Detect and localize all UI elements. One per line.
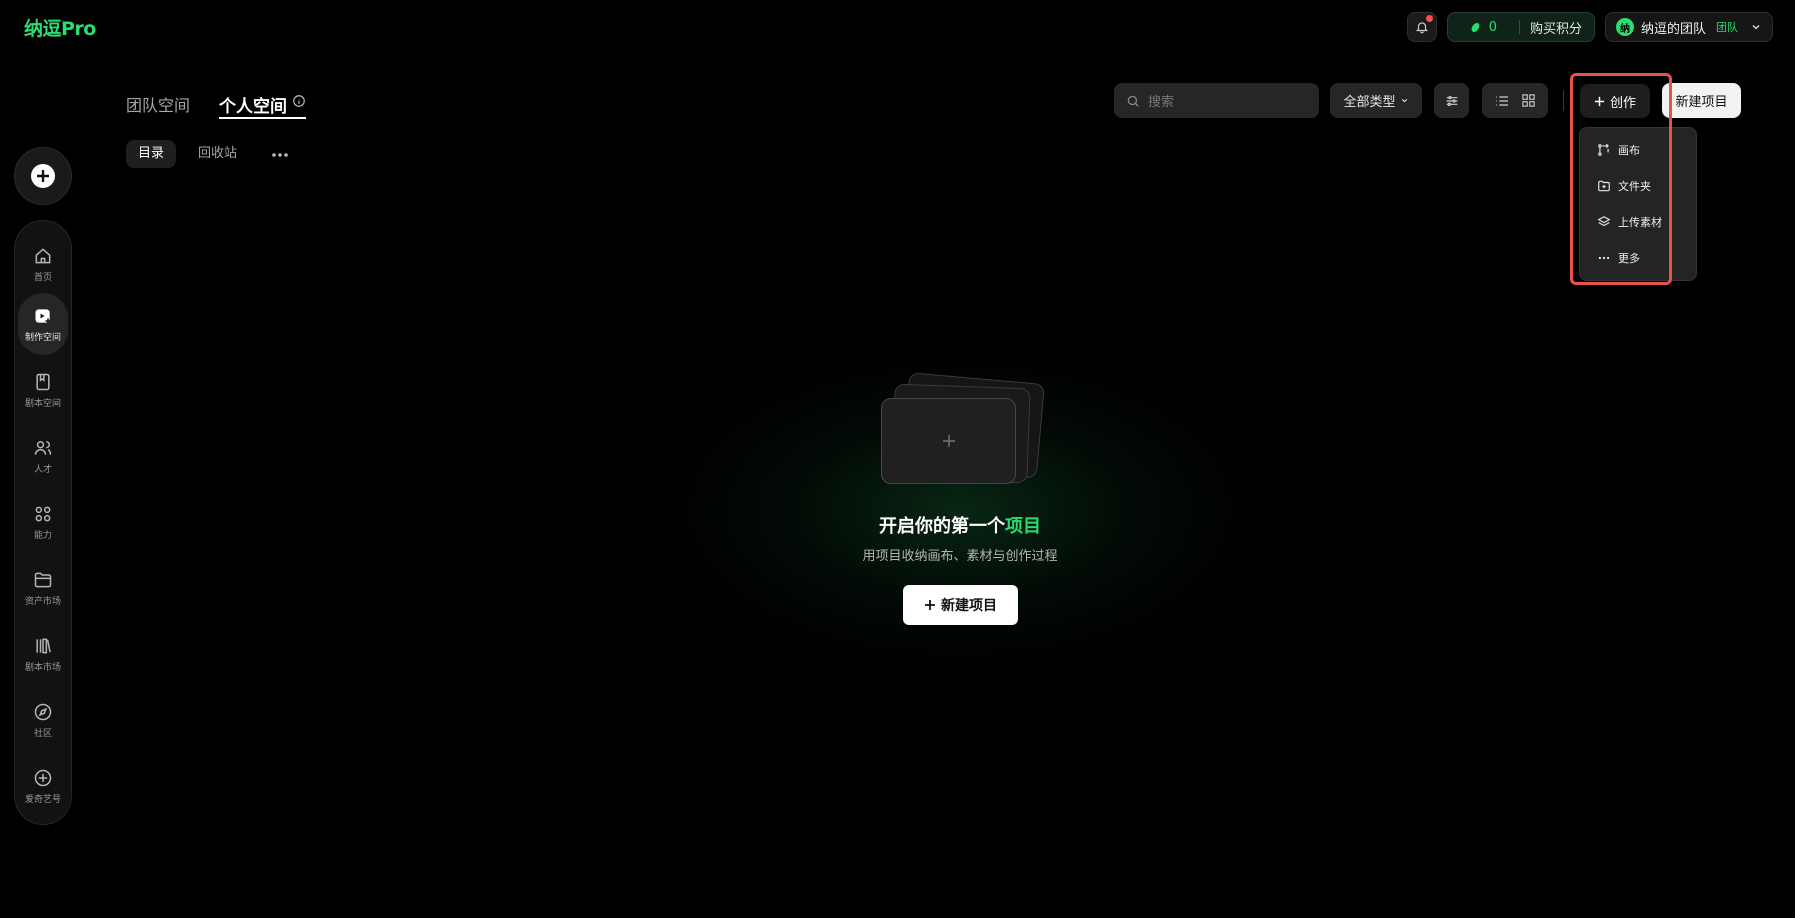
create-fab-button[interactable]: [14, 147, 72, 205]
view-toggle: [1482, 83, 1548, 118]
subtab-directory[interactable]: 目录: [126, 140, 177, 168]
active-tab-indicator: [219, 117, 306, 119]
plus-circle-outline-icon: [33, 768, 53, 792]
search-input[interactable]: 搜索: [1114, 83, 1319, 118]
list-view-icon[interactable]: [1494, 93, 1510, 109]
chevron-down-icon: [1400, 96, 1409, 105]
more-icon[interactable]: [270, 148, 290, 162]
plus-icon: [924, 599, 941, 611]
search-icon: [1126, 94, 1140, 108]
empty-project-card[interactable]: [881, 398, 1016, 484]
search-placeholder: 搜索: [1148, 95, 1175, 110]
app-logo[interactable]: 纳逗Pro: [24, 14, 96, 41]
empty-state-subtitle: 用项目收纳画布、素材与创作过程: [862, 549, 1058, 564]
nav-iqiyi-account[interactable]: 爱奇艺号: [18, 755, 68, 817]
production-icon: [33, 306, 53, 330]
sliders-icon: [1444, 93, 1460, 109]
nav-script-space[interactable]: 剧本空间: [18, 359, 68, 421]
nav-asset-market[interactable]: 资产市场: [18, 557, 68, 619]
team-switcher[interactable]: 纳 纳逗的团队 团队: [1604, 12, 1773, 42]
credits-pill[interactable]: 0 购买积分: [1446, 12, 1595, 42]
credits-value: 0: [1488, 19, 1497, 35]
type-filter-select[interactable]: 全部类型: [1330, 83, 1422, 118]
nav-script-market[interactable]: 剧本市场: [18, 623, 68, 685]
folder-icon: [33, 570, 53, 594]
info-icon[interactable]: [292, 94, 306, 108]
books-icon: [33, 636, 53, 660]
compass-icon: [33, 702, 53, 726]
grid-view-icon[interactable]: [1521, 93, 1536, 108]
nav-community[interactable]: 社区: [18, 689, 68, 751]
people-icon: [33, 438, 53, 462]
new-project-button[interactable]: 新建项目: [1662, 83, 1741, 118]
nav-production-space[interactable]: 制作空间: [18, 293, 68, 355]
script-icon: [33, 372, 53, 396]
top-right-actions: 0 购买积分 纳 纳逗的团队 团队: [1406, 12, 1773, 42]
tab-personal-space[interactable]: 个人空间: [219, 92, 287, 117]
toolbar-divider: [1563, 90, 1564, 111]
team-name: 纳逗的团队: [1640, 21, 1706, 37]
plus-icon: [941, 433, 957, 449]
chevron-down-icon: [1750, 21, 1762, 33]
plus-circle-icon: [30, 163, 56, 189]
notifications-button[interactable]: [1406, 12, 1437, 42]
team-avatar: 纳: [1615, 18, 1634, 36]
bell-icon: [1415, 20, 1429, 34]
empty-state-title: 开启你的第一个项目: [879, 516, 1041, 537]
buy-credits-button[interactable]: 购买积分: [1530, 18, 1582, 37]
bean-icon: [1470, 22, 1481, 33]
divider: [1518, 20, 1520, 34]
notification-dot: [1425, 15, 1433, 22]
filter-settings-button[interactable]: [1434, 83, 1469, 118]
empty-new-project-button[interactable]: 新建项目: [903, 585, 1018, 625]
subtab-recycle-bin[interactable]: 回收站: [186, 140, 249, 168]
annotation-highlight-box: [1570, 73, 1672, 285]
home-icon: [33, 246, 53, 270]
nav-talent[interactable]: 人才: [18, 425, 68, 487]
tab-team-space[interactable]: 团队空间: [126, 92, 190, 116]
team-tag: 团队: [1716, 21, 1738, 34]
nav-home[interactable]: 首页: [18, 233, 68, 295]
